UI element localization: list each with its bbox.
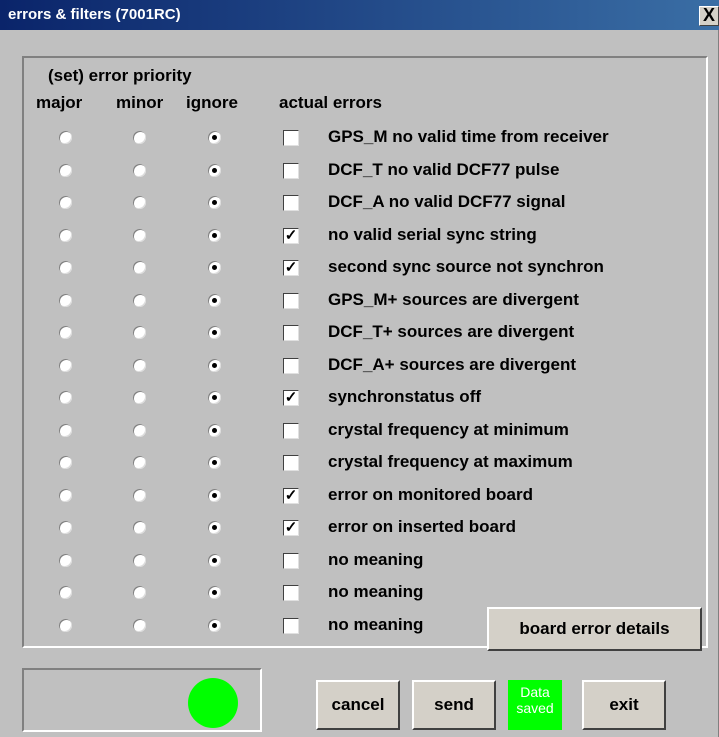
priority-radio-major[interactable] (59, 261, 72, 274)
priority-radio-minor[interactable] (133, 619, 146, 632)
data-saved-indicator: Data saved (508, 680, 562, 730)
error-checkbox[interactable] (283, 325, 299, 341)
priority-radio-ignore[interactable] (208, 229, 221, 242)
priority-radio-ignore[interactable] (208, 326, 221, 339)
priority-radio-ignore[interactable] (208, 131, 221, 144)
error-checkbox[interactable]: ✓ (283, 228, 299, 244)
priority-radio-minor[interactable] (133, 554, 146, 567)
error-label: DCF_T no valid DCF77 pulse (328, 160, 560, 179)
priority-radio-major[interactable] (59, 359, 72, 372)
set-priority-header: (set) error priority (48, 66, 192, 85)
priority-radio-minor[interactable] (133, 196, 146, 209)
error-checkbox[interactable] (283, 455, 299, 471)
priority-radio-major[interactable] (59, 489, 72, 502)
error-checkbox[interactable]: ✓ (283, 390, 299, 406)
priority-radio-ignore[interactable] (208, 456, 221, 469)
error-checkbox[interactable] (283, 293, 299, 309)
error-checkbox[interactable] (283, 585, 299, 601)
priority-radio-ignore[interactable] (208, 586, 221, 599)
priority-radio-ignore[interactable] (208, 261, 221, 274)
priority-radio-major[interactable] (59, 294, 72, 307)
send-button[interactable]: send (412, 680, 496, 730)
cancel-button[interactable]: cancel (316, 680, 400, 730)
error-label: no meaning (328, 550, 424, 569)
error-checkbox[interactable] (283, 163, 299, 179)
priority-radio-ignore[interactable] (208, 489, 221, 502)
priority-radio-ignore[interactable] (208, 619, 221, 632)
error-label: DCF_A no valid DCF77 signal (328, 192, 566, 211)
priority-radio-major[interactable] (59, 196, 72, 209)
title-bar[interactable]: errors & filters (7001RC) X (0, 0, 719, 30)
exit-button[interactable]: exit (582, 680, 666, 730)
error-label: GPS_M no valid time from receiver (328, 127, 609, 146)
error-checkbox[interactable] (283, 130, 299, 146)
priority-radio-minor[interactable] (133, 261, 146, 274)
error-label: no valid serial sync string (328, 225, 537, 244)
error-label: no meaning (328, 582, 424, 601)
error-checkbox[interactable] (283, 618, 299, 634)
priority-radio-minor[interactable] (133, 489, 146, 502)
status-panel (22, 668, 262, 732)
priority-radio-major[interactable] (59, 391, 72, 404)
board-error-details-button[interactable]: board error details (487, 607, 702, 651)
priority-radio-major[interactable] (59, 326, 72, 339)
actual-errors-header: actual errors (279, 93, 382, 112)
priority-radio-minor[interactable] (133, 424, 146, 437)
priority-radio-ignore[interactable] (208, 359, 221, 372)
error-label: crystal frequency at maximum (328, 452, 573, 471)
priority-radio-major[interactable] (59, 619, 72, 632)
priority-radio-major[interactable] (59, 586, 72, 599)
window-title: errors & filters (7001RC) (8, 6, 181, 23)
priority-radio-minor[interactable] (133, 586, 146, 599)
priority-radio-major[interactable] (59, 164, 72, 177)
data-saved-line1: Data (520, 684, 550, 700)
priority-radio-major[interactable] (59, 456, 72, 469)
priority-radio-ignore[interactable] (208, 554, 221, 567)
error-label: error on inserted board (328, 517, 516, 536)
priority-radio-minor[interactable] (133, 229, 146, 242)
errors-filters-window: errors & filters (7001RC) X (set) error … (0, 0, 719, 737)
error-label: error on monitored board (328, 485, 533, 504)
priority-radio-minor[interactable] (133, 521, 146, 534)
priority-radio-major[interactable] (59, 131, 72, 144)
error-label: DCF_T+ sources are divergent (328, 322, 575, 341)
priority-radio-major[interactable] (59, 554, 72, 567)
error-label: no meaning (328, 615, 424, 634)
priority-radio-ignore[interactable] (208, 164, 221, 177)
error-label: second sync source not synchron (328, 257, 604, 276)
error-label: GPS_M+ sources are divergent (328, 290, 579, 309)
priority-radio-minor[interactable] (133, 456, 146, 469)
error-checkbox[interactable] (283, 195, 299, 211)
priority-radio-major[interactable] (59, 424, 72, 437)
priority-radio-ignore[interactable] (208, 294, 221, 307)
error-checkbox[interactable]: ✓ (283, 520, 299, 536)
major-column-header: major (36, 93, 83, 112)
error-checkbox[interactable] (283, 553, 299, 569)
error-label: synchronstatus off (328, 387, 482, 406)
priority-radio-ignore[interactable] (208, 424, 221, 437)
priority-radio-major[interactable] (59, 229, 72, 242)
ignore-column-header: ignore (186, 93, 238, 112)
priority-radio-ignore[interactable] (208, 196, 221, 209)
error-checkbox[interactable] (283, 423, 299, 439)
error-label: crystal frequency at minimum (328, 420, 569, 439)
priority-radio-minor[interactable] (133, 359, 146, 372)
error-checkbox[interactable]: ✓ (283, 260, 299, 276)
priority-radio-minor[interactable] (133, 391, 146, 404)
status-led-indicator (188, 678, 238, 728)
priority-radio-minor[interactable] (133, 326, 146, 339)
data-saved-line2: saved (516, 700, 554, 716)
priority-radio-minor[interactable] (133, 164, 146, 177)
priority-radio-major[interactable] (59, 521, 72, 534)
error-label: DCF_A+ sources are divergent (328, 355, 577, 374)
priority-radio-ignore[interactable] (208, 391, 221, 404)
priority-radio-minor[interactable] (133, 294, 146, 307)
priority-radio-minor[interactable] (133, 131, 146, 144)
error-checkbox[interactable]: ✓ (283, 488, 299, 504)
error-checkbox[interactable] (283, 358, 299, 374)
close-button[interactable]: X (699, 6, 719, 26)
priority-radio-ignore[interactable] (208, 521, 221, 534)
minor-column-header: minor (116, 93, 164, 112)
